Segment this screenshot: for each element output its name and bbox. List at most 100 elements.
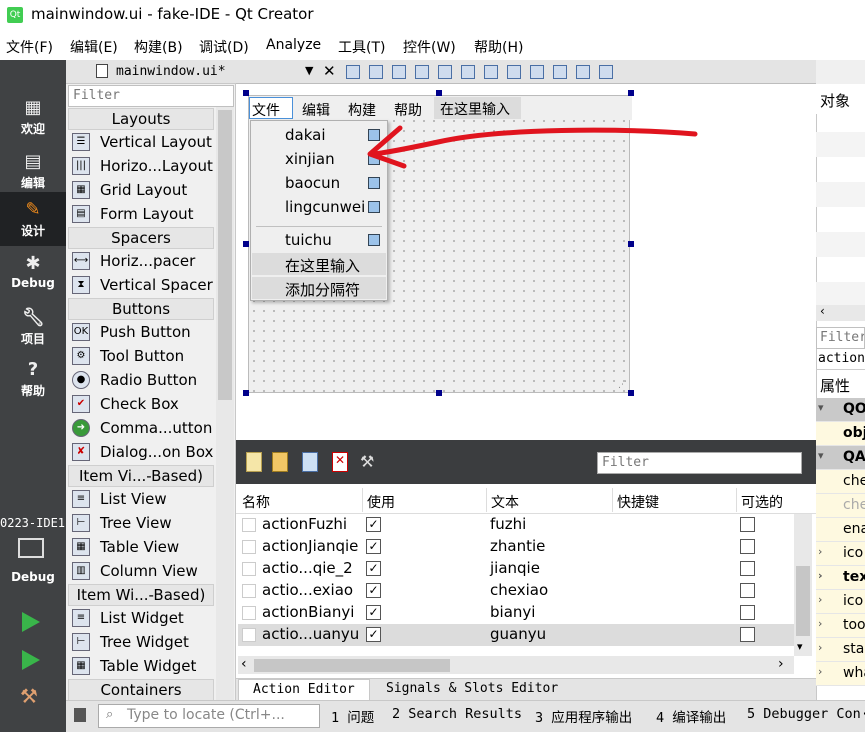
layout-form-icon[interactable] [530,65,544,79]
column-header-text[interactable]: 文本 [491,492,519,512]
edit-signals-icon[interactable] [369,65,383,79]
widget-grid-layout[interactable]: ▦ Grid Layout [68,178,214,202]
configure-icon[interactable]: ⚒ [360,452,376,472]
menu-widgets[interactable]: 控件(W) [403,37,456,57]
property-row[interactable]: che [816,470,865,494]
menu-file[interactable]: 文件(F) [6,37,53,57]
chevron-down-icon[interactable]: ▾ [818,401,830,414]
category-containers[interactable]: Containers [68,679,214,701]
chevron-right-icon[interactable]: › [818,617,830,630]
menu-action-baocun[interactable]: baocun [285,174,340,192]
checkable-checkbox[interactable] [740,539,755,554]
widget-filter-input[interactable]: Filter [68,85,234,107]
monitor-icon[interactable] [18,538,44,558]
widget-push-button[interactable]: OK Push Button [68,320,214,344]
used-checkbox[interactable]: ✓ [366,517,381,532]
adjust-size-icon[interactable] [599,65,613,79]
used-checkbox[interactable]: ✓ [366,627,381,642]
editor-file-tab[interactable]: mainwindow.ui* [116,64,226,79]
delete-action-icon[interactable]: ✕ [332,452,348,472]
size-grip-icon[interactable]: ⋰ [618,380,628,390]
menu-action-dakai[interactable]: dakai [285,126,326,144]
chevron-right-icon[interactable]: › [818,641,830,654]
property-group-row[interactable]: ▾ QAc [816,446,865,470]
widget-tool-button[interactable]: ⚙ Tool Button [68,344,214,368]
object-row[interactable] [816,232,865,257]
form-menu-type-here[interactable]: 在这里输入 [434,97,521,119]
property-group-row[interactable]: ▾ QOb [816,398,865,422]
resize-handle[interactable] [243,90,249,96]
widget-column-view[interactable]: ▥ Column View [68,559,214,583]
widget-radio-button[interactable]: ● Radio Button [68,368,214,392]
break-layout-icon[interactable] [576,65,590,79]
property-row[interactable]: obj [816,422,865,446]
edit-tab-order-icon[interactable] [415,65,429,79]
widget-tree-view[interactable]: ⊢ Tree View [68,511,214,535]
new-action-icon[interactable] [246,452,262,472]
debug-run-icon[interactable] [22,650,40,670]
widget-check-box[interactable]: ✔ Check Box [68,392,214,416]
pane-issues[interactable]: 1 问题 [331,706,374,726]
widget-tree-widget[interactable]: ⊢ Tree Widget [68,630,214,654]
widget-list-widget[interactable]: ≡ List Widget [68,606,214,630]
menu-debug[interactable]: 调试(D) [199,37,249,57]
property-row[interactable]: › sta [816,638,865,662]
form-menu-edit[interactable]: 编辑 [302,100,330,120]
column-header-used[interactable]: 使用 [367,492,395,512]
action-row[interactable]: actionFuzhi ✓ fuzhi [238,514,794,536]
widget-vertical-layout[interactable]: ☰ Vertical Layout [68,130,214,154]
layout-vertical-icon[interactable] [461,65,475,79]
resize-handle[interactable] [436,90,442,96]
used-checkbox[interactable]: ✓ [366,561,381,576]
widget-form-layout[interactable]: ▤ Form Layout [68,202,214,226]
build-hammer-icon[interactable]: ⚒ [20,684,38,708]
checkable-checkbox[interactable] [740,517,755,532]
action-table-vscroll-thumb[interactable] [796,566,810,636]
property-row[interactable]: › tex [816,566,865,590]
resize-handle[interactable] [628,390,634,396]
category-layouts[interactable]: Layouts [68,108,214,130]
action-filter-input[interactable]: Filter [597,452,802,474]
object-inspector-hscroll[interactable]: ‹ [816,304,865,321]
edit-buddies-icon[interactable] [392,65,406,79]
property-row[interactable]: › ico [816,590,865,614]
mode-design[interactable]: ✎ 设计 [0,192,66,246]
column-header-checkable[interactable]: 可选的 [741,492,783,512]
resize-handle[interactable] [243,241,249,247]
chevron-down-icon[interactable]: ▾ [797,640,803,653]
form-menu-file[interactable]: 文件 [249,97,293,119]
menu-add-separator[interactable]: 添加分隔符 [285,279,360,300]
checkable-checkbox[interactable] [740,583,755,598]
category-item-views[interactable]: Item Vi...-Based) [68,465,214,487]
layout-splitter-v-icon[interactable] [507,65,521,79]
paste-action-icon[interactable] [302,452,318,472]
edit-widgets-icon[interactable] [346,65,360,79]
close-icon[interactable]: ✕ [323,62,336,80]
menu-edit[interactable]: 编辑(E) [70,37,118,57]
widget-vertical-spacer[interactable]: ⧗ Vertical Spacer [68,273,214,297]
locator-input[interactable]: Type to locate (Ctrl+... [98,704,320,728]
checkable-checkbox[interactable] [740,605,755,620]
resize-handle[interactable] [628,90,634,96]
menu-analyze[interactable]: Analyze [266,37,321,53]
property-row[interactable]: ena [816,518,865,542]
action-row-selected[interactable]: actio...uanyu ✓ guanyu [238,624,794,646]
mode-projects[interactable]: 🔧︎ 项目 [0,300,66,354]
chevron-right-icon[interactable]: › [818,665,830,678]
object-row[interactable] [816,182,865,207]
column-header-name[interactable]: 名称 [242,492,270,512]
mode-help[interactable]: ? 帮助 [0,352,66,406]
form-menu-help[interactable]: 帮助 [394,100,422,120]
tab-signals-slots-editor[interactable]: Signals & Slots Editor [372,679,572,700]
resize-handle[interactable] [436,390,442,396]
property-row[interactable]: › wha [816,662,865,686]
menu-build[interactable]: 构建(B) [134,37,183,57]
pane-application-output[interactable]: 3 应用程序输出 [535,706,632,726]
property-filter-input[interactable]: Filter [816,327,865,349]
chevron-right-icon[interactable]: › [818,593,830,606]
used-checkbox[interactable]: ✓ [366,583,381,598]
used-checkbox[interactable]: ✓ [366,539,381,554]
chevron-right-icon[interactable]: › [818,569,830,582]
pane-search-results[interactable]: 2 Search Results [392,706,522,722]
action-row[interactable]: actio...qie_2 ✓ jianqie [238,558,794,580]
